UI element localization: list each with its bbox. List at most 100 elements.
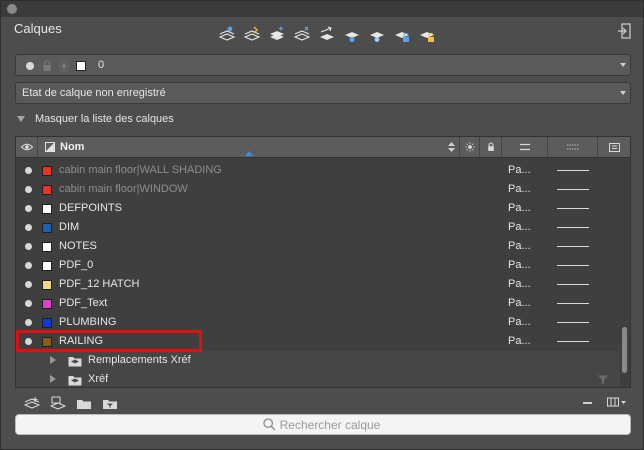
visibility-toggle[interactable] <box>25 319 32 326</box>
layer-linetype[interactable]: Pa... <box>508 164 531 176</box>
layer-row[interactable]: PDF_Text Pa... <box>16 294 620 313</box>
collapse-triangle-icon <box>17 116 25 122</box>
layer-row[interactable]: DEFPOINTS Pa... <box>16 199 620 218</box>
layer-match-button[interactable] <box>217 25 237 43</box>
close-icon[interactable] <box>7 4 17 14</box>
layer-walk-button[interactable] <box>317 25 337 43</box>
layer-previous-button[interactable] <box>242 25 262 43</box>
layer-lineweight[interactable] <box>557 322 589 323</box>
freeze-column-header[interactable] <box>460 137 480 157</box>
layer-previous-icon <box>243 26 261 41</box>
layer-color-swatch <box>76 61 86 71</box>
layer-row[interactable]: cabin main floor|WALL SHADING Pa... <box>16 161 620 180</box>
filter-icon[interactable] <box>598 375 608 385</box>
column-settings-icon[interactable] <box>607 397 627 407</box>
visibility-toggle[interactable] <box>25 300 32 307</box>
list-scrollbar[interactable] <box>622 327 627 373</box>
layer-color-swatch[interactable] <box>42 166 52 176</box>
new-group-button[interactable] <box>75 395 93 411</box>
layer-group-row[interactable]: Remplacements Xréf <box>16 351 620 370</box>
layer-color-swatch[interactable] <box>42 280 52 290</box>
visibility-column-header[interactable] <box>16 137 38 157</box>
visibility-toggle[interactable] <box>25 167 32 174</box>
linetype-column-header[interactable] <box>502 137 548 157</box>
layer-lineweight[interactable] <box>557 189 589 190</box>
lineweight-column-header[interactable] <box>548 137 598 157</box>
layer-lineweight[interactable] <box>557 227 589 228</box>
visibility-toggle[interactable] <box>25 262 32 269</box>
visibility-toggle[interactable] <box>25 186 32 193</box>
layer-name: NOTES <box>59 240 97 252</box>
title-bar <box>1 1 643 17</box>
layer-linetype[interactable]: Pa... <box>508 240 531 252</box>
layer-walk-icon <box>320 25 334 40</box>
layer-unlock-button[interactable] <box>417 25 437 43</box>
layer-lineweight[interactable] <box>557 303 589 304</box>
layer-row[interactable]: DIM Pa... <box>16 218 620 237</box>
search-layer-field[interactable] <box>15 414 631 435</box>
layer-row[interactable]: PDF_0 Pa... <box>16 256 620 275</box>
visibility-toggle[interactable] <box>25 243 32 250</box>
lock-column-header[interactable] <box>480 137 502 157</box>
sort-arrows-icon <box>448 142 455 152</box>
layer-state-dropdown[interactable]: Etat de calque non enregistré <box>15 82 631 104</box>
layer-color-swatch[interactable] <box>42 185 52 195</box>
undock-icon[interactable] <box>617 23 631 39</box>
layer-linetype[interactable]: Pa... <box>508 297 531 309</box>
layer-row[interactable]: cabin main floor|WINDOW Pa... <box>16 180 620 199</box>
layer-color-swatch[interactable] <box>42 204 52 214</box>
layer-color-swatch[interactable] <box>42 242 52 252</box>
layer-color-swatch[interactable] <box>42 223 52 233</box>
layer-linetype[interactable]: Pa... <box>508 278 531 290</box>
layer-off-icon <box>370 31 384 42</box>
sort-indicator <box>245 151 253 156</box>
layer-lock-icon <box>395 31 409 42</box>
group-name: Xréf <box>88 373 109 385</box>
sort-icon[interactable] <box>444 137 460 157</box>
layer-color-swatch[interactable] <box>42 299 52 309</box>
color-column-icon <box>45 142 55 152</box>
layer-lock-button[interactable] <box>392 25 412 43</box>
layers-panel: Calques 0 Etat de calque non enregistré … <box>0 0 644 450</box>
layer-off-button[interactable] <box>367 25 387 43</box>
layer-linetype[interactable]: Pa... <box>508 183 531 195</box>
layer-linetype[interactable]: Pa... <box>508 259 531 271</box>
current-layer-dropdown[interactable]: 0 <box>15 54 631 76</box>
layer-linetype[interactable]: Pa... <box>508 221 531 233</box>
visibility-toggle[interactable] <box>25 205 32 212</box>
expand-arrow-icon[interactable] <box>50 375 56 383</box>
visibility-toggle[interactable] <box>25 281 32 288</box>
layer-lineweight[interactable] <box>557 341 589 342</box>
hide-layer-list-toggle[interactable]: Masquer la liste des calques <box>17 112 174 126</box>
layer-linetype[interactable]: Pa... <box>508 335 531 347</box>
layer-linetype[interactable]: Pa... <box>508 316 531 328</box>
layer-lineweight[interactable] <box>557 208 589 209</box>
eye-icon <box>20 143 33 151</box>
visibility-toggle[interactable] <box>25 224 32 231</box>
plot-column-header[interactable] <box>598 137 630 157</box>
new-layer-vp-frozen-button[interactable] <box>49 395 67 411</box>
layer-lineweight[interactable] <box>557 284 589 285</box>
layer-lineweight[interactable] <box>557 265 589 266</box>
layer-unisolate-button[interactable] <box>292 25 312 43</box>
layer-lineweight[interactable] <box>557 246 589 247</box>
layer-isolate-button[interactable] <box>267 25 287 43</box>
layer-actions-toolbar <box>23 395 119 411</box>
expand-arrow-icon[interactable] <box>50 356 56 364</box>
layer-row[interactable]: PDF_12 HATCH Pa... <box>16 275 620 294</box>
delete-layer-icon[interactable] <box>583 402 592 404</box>
layer-list: Nom cabin main floor|WALL SHADING Pa... … <box>15 136 631 388</box>
layer-color-swatch[interactable] <box>42 318 52 328</box>
search-layer-input[interactable] <box>16 415 630 434</box>
layer-freeze-icon <box>345 31 359 42</box>
layer-freeze-button[interactable] <box>342 25 362 43</box>
new-layer-button[interactable] <box>23 395 41 411</box>
layer-color-swatch[interactable] <box>42 261 52 271</box>
layer-row[interactable]: NOTES Pa... <box>16 237 620 256</box>
new-filter-group-button[interactable] <box>101 395 119 411</box>
layer-group-row[interactable]: Xréf <box>16 370 620 387</box>
folder-filter-icon <box>103 399 117 409</box>
layer-lineweight[interactable] <box>557 170 589 171</box>
layer-linetype[interactable]: Pa... <box>508 202 531 214</box>
layer-isolate-icon <box>270 26 284 40</box>
